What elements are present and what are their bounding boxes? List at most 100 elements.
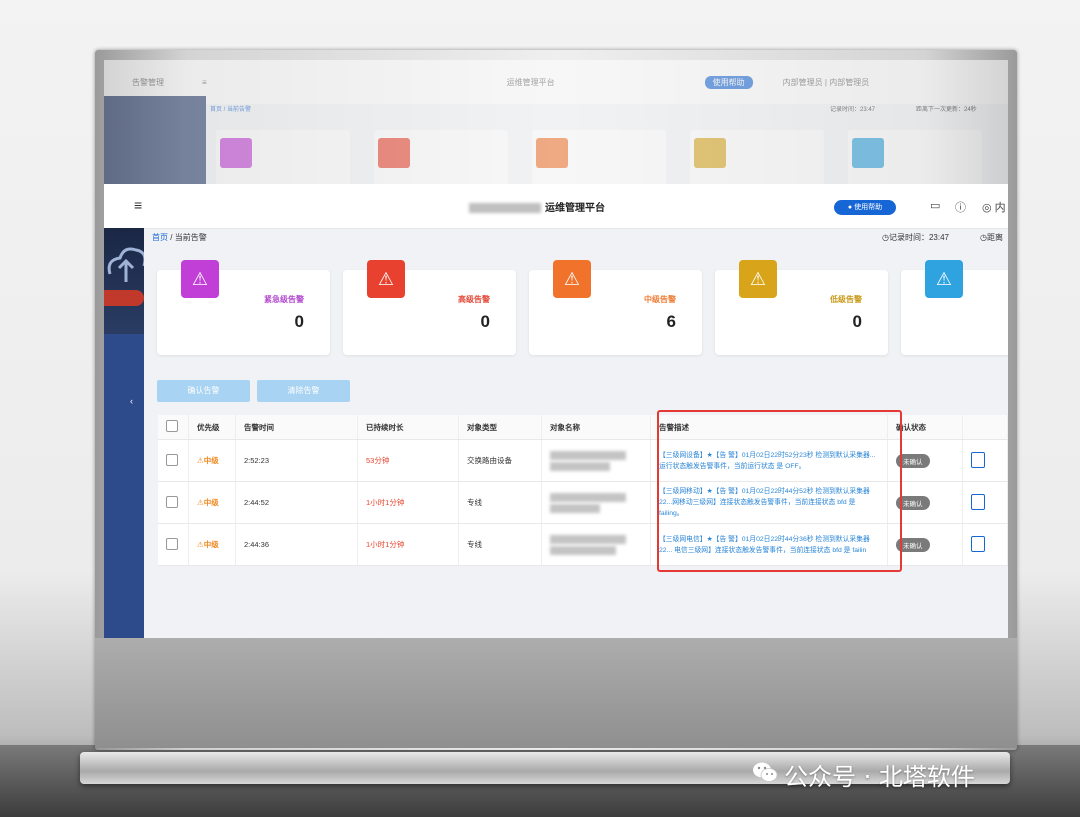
warning-icon: ⚠ bbox=[739, 260, 777, 298]
breadcrumb-home[interactable]: 首页 bbox=[152, 233, 168, 242]
status-badge[interactable]: 未确认 bbox=[896, 495, 930, 510]
object-name-cell bbox=[541, 481, 651, 524]
row-action-button[interactable] bbox=[971, 493, 985, 510]
platform-title: 运维管理平台 bbox=[469, 199, 605, 214]
description-cell: 【三级网移动】★【告 警】01月02日22时44分52秒 检测到默认采集器22.… bbox=[650, 481, 888, 524]
action-cell bbox=[962, 523, 1008, 566]
col-object-name[interactable]: 对象名称 bbox=[541, 415, 651, 440]
help-button[interactable]: ● 使用帮助 bbox=[834, 200, 896, 215]
sidebar: ‹ bbox=[104, 228, 144, 638]
bg-menu-title: 告警管理 bbox=[132, 77, 164, 87]
card-label: 紧急级告警 bbox=[264, 295, 304, 304]
record-time: ◷记录时间：23:47 bbox=[882, 233, 950, 242]
bg-card bbox=[374, 130, 508, 184]
top-header: ≡ 运维管理平台 ● 使用帮助 ▭ ⓘ ◎ 内 bbox=[104, 184, 1008, 229]
bg-card bbox=[848, 130, 982, 184]
sidebar-active-item[interactable] bbox=[104, 290, 144, 306]
table-row: ⚠中级 2:52:23 53分钟 交换路由设备 【三级网设备】★【告 警】01月… bbox=[158, 439, 1008, 482]
platform-title-text: 运维管理平台 bbox=[545, 203, 605, 214]
time-cell: 2:52:23 bbox=[235, 439, 358, 482]
card-high[interactable]: ⚠ 高级告警 0 bbox=[343, 260, 516, 355]
warning-icon: ⚠ bbox=[925, 260, 963, 298]
object-type-cell: 专线 bbox=[458, 481, 542, 524]
card-urgent[interactable]: ⚠ 紧急级告警 0 bbox=[157, 260, 330, 355]
col-priority[interactable]: 优先级 bbox=[188, 415, 236, 440]
help-button-label: 使用帮助 bbox=[854, 204, 883, 211]
col-status[interactable]: 确认状态 bbox=[887, 415, 963, 440]
breadcrumb-separator: / bbox=[170, 233, 173, 242]
next-update-text: 距离 bbox=[986, 233, 1003, 242]
card-count: 6 bbox=[666, 312, 676, 331]
bg-record-time: 记录时间：23:47 bbox=[830, 107, 876, 113]
card-medium[interactable]: ⚠ 中级告警 6 bbox=[529, 260, 702, 355]
redacted-org-name bbox=[469, 203, 541, 214]
priority-text: 中级 bbox=[203, 540, 219, 549]
monitor-lower-panel bbox=[95, 638, 1017, 748]
card-info[interactable]: ⚠ bbox=[901, 260, 1008, 355]
card-label: 中级告警 bbox=[644, 295, 676, 304]
card-low[interactable]: ⚠ 低级告警 0 bbox=[715, 260, 888, 355]
breadcrumb: 首页 / 当前告警 bbox=[152, 232, 207, 243]
col-time[interactable]: 告警时间 bbox=[235, 415, 358, 440]
row-action-button[interactable] bbox=[971, 451, 985, 468]
table-row: ⚠中级 2:44:52 1小时1分钟 专线 【三级网移动】★【告 警】01月02… bbox=[158, 481, 1008, 524]
info-icon[interactable]: ⓘ bbox=[955, 199, 966, 215]
priority-cell: ⚠中级 bbox=[188, 439, 236, 482]
card-label: 高级告警 bbox=[458, 295, 490, 304]
alarm-table: 优先级 告警时间 已持续时长 对象类型 对象名称 告警描述 确认状态 ⚠中级 2… bbox=[158, 415, 1008, 566]
status-cell: 未确认 bbox=[887, 523, 963, 566]
bg-help-button: 使用帮助 bbox=[704, 75, 753, 89]
description-cell: 【三级网设备】★【告 警】01月02日22时52分23秒 检测到默认采集器...… bbox=[650, 439, 888, 482]
table-header-row: 优先级 告警时间 已持续时长 对象类型 对象名称 告警描述 确认状态 bbox=[158, 415, 1008, 440]
app-screen: ≡ 运维管理平台 ● 使用帮助 ▭ ⓘ ◎ 内 ‹ 首页 / 当前告警 ◷记录时… bbox=[104, 184, 1008, 638]
row-checkbox[interactable] bbox=[166, 495, 178, 508]
message-icon[interactable]: ▭ bbox=[930, 199, 940, 212]
select-all-checkbox[interactable] bbox=[166, 420, 178, 432]
bg-breadcrumb: 首页 / 当前告警 bbox=[210, 107, 252, 113]
card-count: 0 bbox=[294, 312, 304, 331]
wechat-icon bbox=[753, 762, 778, 782]
duration-cell: 1小时1分钟 bbox=[357, 481, 459, 524]
bg-hamburger-icon: ≡ bbox=[202, 77, 207, 87]
table-row: ⚠中级 2:44:36 1小时1分钟 专线 【三级网电信】★【告 警】01月02… bbox=[158, 523, 1008, 566]
duration-cell: 1小时1分钟 bbox=[357, 523, 459, 566]
row-action-button[interactable] bbox=[971, 535, 985, 552]
priority-cell: ⚠中级 bbox=[188, 481, 236, 524]
priority-text: 中级 bbox=[203, 498, 219, 507]
time-cell: 2:44:52 bbox=[235, 481, 358, 524]
col-object-type[interactable]: 对象类型 bbox=[458, 415, 542, 440]
confirm-alarm-button[interactable]: 确认告警 bbox=[157, 380, 250, 402]
status-badge[interactable]: 未确认 bbox=[896, 453, 930, 468]
row-checkbox[interactable] bbox=[166, 453, 178, 466]
description-cell: 【三级网电信】★【告 警】01月02日22时44分36秒 检测到默认采集器22.… bbox=[650, 523, 888, 566]
card-count: 0 bbox=[852, 312, 862, 331]
bg-card bbox=[216, 130, 350, 184]
watermark: 公众号 · 北塔软件 bbox=[784, 763, 975, 791]
bg-user-notes: 内部管理员 | 内部管理员 bbox=[782, 77, 870, 87]
object-type-cell: 专线 bbox=[458, 523, 542, 566]
warning-icon: ⚠ bbox=[367, 260, 405, 298]
sidebar-profile bbox=[104, 228, 144, 334]
row-checkbox[interactable] bbox=[166, 537, 178, 550]
status-cell: 未确认 bbox=[887, 481, 963, 524]
col-actions bbox=[962, 415, 1008, 440]
priority-cell: ⚠中级 bbox=[188, 523, 236, 566]
action-cell bbox=[962, 481, 1008, 524]
status-badge[interactable]: 未确认 bbox=[896, 537, 930, 552]
clear-alarm-button[interactable]: 清除告警 bbox=[257, 380, 350, 402]
priority-text: 中级 bbox=[203, 456, 219, 465]
user-icon[interactable]: ◎ 内 bbox=[982, 199, 1006, 215]
breadcrumb-current: 当前告警 bbox=[174, 233, 207, 242]
warning-icon: ⚠ bbox=[181, 260, 219, 298]
object-name-cell bbox=[541, 439, 651, 482]
col-description[interactable]: 告警描述 bbox=[650, 415, 888, 440]
col-duration[interactable]: 已持续时长 bbox=[357, 415, 459, 440]
warning-icon: ⚠ bbox=[553, 260, 591, 298]
bg-card bbox=[690, 130, 824, 184]
menu-toggle-icon[interactable]: ≡ bbox=[134, 197, 142, 213]
object-name-cell bbox=[541, 523, 651, 566]
bg-sidebar bbox=[104, 96, 206, 184]
collapse-arrow-icon[interactable]: ‹ bbox=[130, 396, 133, 406]
action-cell bbox=[962, 439, 1008, 482]
bg-header: 告警管理 ≡ 运维管理平台 使用帮助 内部管理员 | 内部管理员 bbox=[104, 60, 1008, 104]
